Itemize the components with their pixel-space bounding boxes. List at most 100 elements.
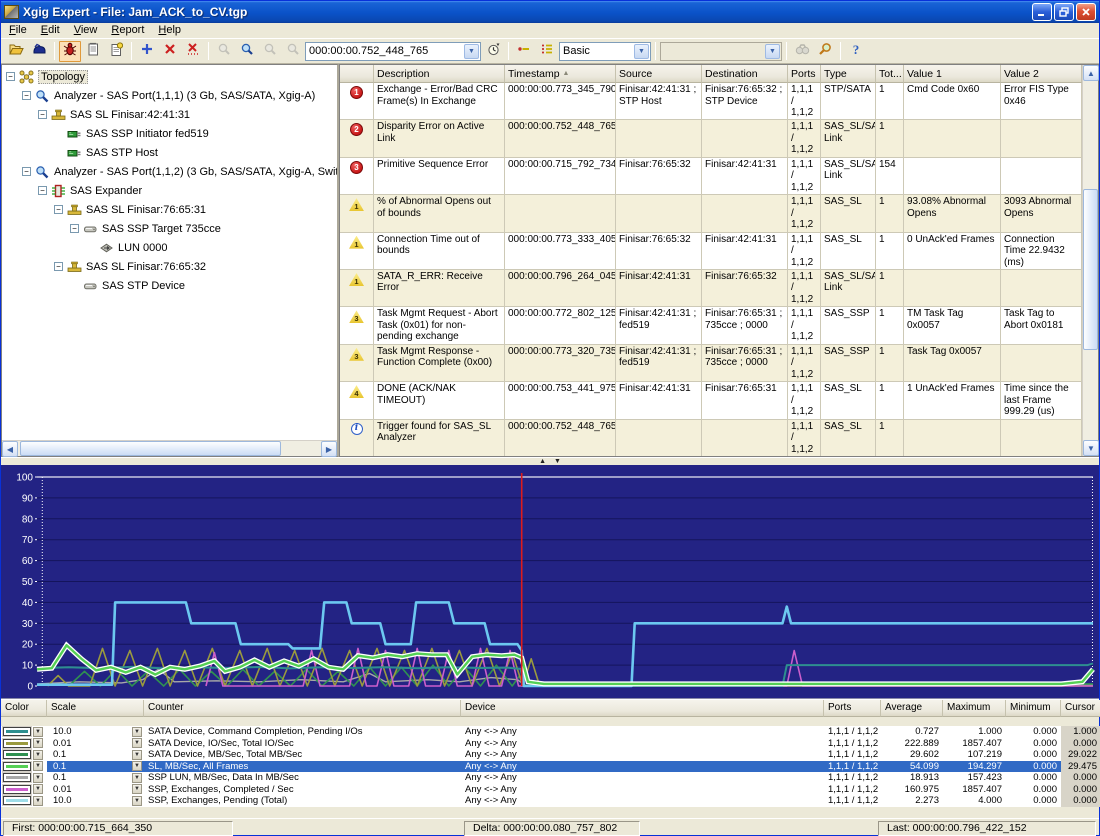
event-row-3[interactable]: 3Primitive Sequence Error000:00:00.715_7…	[340, 158, 1082, 195]
help-button[interactable]: ?	[845, 41, 867, 62]
tree-item-11[interactable]: SAS STP Device	[2, 276, 337, 295]
counters-column-header[interactable]: Minimum	[1006, 700, 1061, 717]
tree-item-6[interactable]: −SAS Expander	[2, 181, 337, 200]
counter-row-1[interactable]: ▼10.0▼SATA Device, Command Completion, P…	[1, 726, 1099, 738]
scale-cell[interactable]: 0.1▼	[47, 749, 144, 761]
hscroll-thumb[interactable]	[20, 441, 281, 456]
tree-item-3[interactable]: SAS SSP Initiator fed519	[2, 124, 337, 143]
expert-analysis-button[interactable]	[59, 41, 81, 62]
color-swatch-button[interactable]	[3, 773, 31, 782]
counter-row-4[interactable]: ▼0.1▼SL, MB/Sec, All FramesAny <-> Any1,…	[1, 761, 1099, 773]
color-dropdown-icon[interactable]: ▼	[33, 738, 43, 748]
events-column-header[interactable]: Source	[616, 65, 702, 83]
tree-item-0[interactable]: −Topology	[2, 67, 337, 86]
scale-cell[interactable]: 0.01▼	[47, 738, 144, 750]
title-bar[interactable]: Xgig Expert - File: Jam_ACK_to_CV.tgp	[1, 1, 1099, 23]
menu-edit[interactable]: Edit	[34, 23, 67, 38]
scale-cell[interactable]: 10.0▼	[47, 795, 144, 807]
counters-column-header[interactable]: Device	[461, 700, 824, 717]
secondary-combo[interactable]: ▼	[660, 42, 782, 61]
events-column-header[interactable]: Description	[374, 65, 505, 83]
color-dropdown-icon[interactable]: ▼	[33, 761, 43, 771]
scale-cell[interactable]: 0.01▼	[47, 784, 144, 796]
zoom-in-button[interactable]	[213, 41, 235, 62]
collapse-icon[interactable]: −	[22, 91, 31, 100]
event-row-4[interactable]: 1% of Abnormal Opens out of bounds1,1,1 …	[340, 195, 1082, 232]
counters-column-header[interactable]: Average	[881, 700, 943, 717]
menu-file[interactable]: File	[2, 23, 34, 38]
tree-item-2[interactable]: −SAS SL Finisar:42:41:31	[2, 105, 337, 124]
collapse-icon[interactable]: −	[6, 72, 15, 81]
counter-row-5[interactable]: ▼0.1▼SSP LUN, MB/Sec, Data In MB/SecAny …	[1, 772, 1099, 784]
counter-chart[interactable]: 0102030405060708090100	[1, 465, 1099, 699]
events-column-header[interactable]: Value 1	[904, 65, 1001, 83]
counters-header[interactable]: ColorScaleCounterDevicePortsAverageMaxim…	[1, 700, 1099, 717]
scroll-left-icon[interactable]: ◀	[2, 441, 18, 457]
events-column-header[interactable]: Type	[821, 65, 876, 83]
color-dropdown-icon[interactable]: ▼	[33, 773, 43, 783]
export-capture-button[interactable]	[28, 41, 50, 62]
events-column-header[interactable]: Ports	[788, 65, 821, 83]
open-file-button[interactable]	[5, 41, 27, 62]
counter-row-7[interactable]: ▼10.0▼SSP, Exchanges, Pending (Total)Any…	[1, 795, 1099, 807]
tree-item-5[interactable]: −Analyzer - SAS Port(1,1,2) (3 Gb, SAS/S…	[2, 162, 337, 181]
events-column-header[interactable]: Destination	[702, 65, 788, 83]
color-dropdown-icon[interactable]: ▼	[33, 784, 43, 794]
tree-item-1[interactable]: −Analyzer - SAS Port(1,1,1) (3 Gb, SAS/S…	[2, 86, 337, 105]
event-row-10[interactable]: iTrigger found for SAS_SL Analyzer000:00…	[340, 420, 1082, 456]
color-dropdown-icon[interactable]: ▼	[33, 796, 43, 806]
tree-item-10[interactable]: −SAS SL Finisar:76:65:32	[2, 257, 337, 276]
chevron-down-icon[interactable]: ▼	[634, 44, 649, 59]
vscroll-thumb[interactable]	[1083, 189, 1098, 351]
collapse-icon[interactable]: −	[70, 224, 79, 233]
scroll-down-icon[interactable]: ▼	[1083, 440, 1099, 456]
scroll-right-icon[interactable]: ▶	[321, 441, 337, 457]
color-swatch-button[interactable]	[3, 762, 31, 771]
scale-cell[interactable]: 0.1▼	[47, 761, 144, 773]
scale-dropdown-icon[interactable]: ▼	[132, 750, 142, 760]
counter-row-6[interactable]: ▼0.01▼SSP, Exchanges, Completed / SecAny…	[1, 784, 1099, 796]
event-row-6[interactable]: 1SATA_R_ERR: Receive Error000:00:00.796_…	[340, 270, 1082, 307]
color-swatch-button[interactable]	[3, 739, 31, 748]
delete-all-counters-button[interactable]	[182, 41, 204, 62]
scroll-up-icon[interactable]: ▲	[1083, 65, 1099, 81]
event-row-2[interactable]: 2Disparity Error on Active Link000:00:00…	[340, 120, 1082, 157]
scale-cell[interactable]: 10.0▼	[47, 726, 144, 738]
restore-button[interactable]	[1054, 3, 1074, 21]
color-swatch-button[interactable]	[3, 750, 31, 759]
counters-column-header[interactable]: Maximum	[943, 700, 1006, 717]
menu-help[interactable]: Help	[151, 23, 188, 38]
view-mode-combo[interactable]: Basic▼	[559, 42, 651, 61]
tree-item-8[interactable]: −SAS SSP Target 735cce	[2, 219, 337, 238]
search-button[interactable]	[814, 41, 836, 62]
counters-column-header[interactable]: Counter	[144, 700, 461, 717]
scale-dropdown-icon[interactable]: ▼	[132, 796, 142, 806]
chevron-down-icon[interactable]: ▼	[464, 44, 479, 59]
scale-dropdown-icon[interactable]: ▼	[132, 761, 142, 771]
pane-splitter[interactable]: ▲ ▼	[1, 457, 1099, 465]
color-swatch-button[interactable]	[3, 727, 31, 736]
events-column-header[interactable]: Timestamp▲	[505, 65, 616, 83]
find-button[interactable]	[791, 41, 813, 62]
collapse-icon[interactable]: −	[22, 167, 31, 176]
collapse-icon[interactable]: −	[38, 110, 47, 119]
goto-timestamp-button[interactable]	[482, 41, 504, 62]
event-row-9[interactable]: 4DONE (ACK/NAK TIMEOUT)000:00:00.753_441…	[340, 382, 1082, 419]
counters-column-header[interactable]: Ports	[824, 700, 881, 717]
menu-view[interactable]: View	[67, 23, 105, 38]
scale-dropdown-icon[interactable]: ▼	[132, 784, 142, 794]
event-row-7[interactable]: 3Task Mgmt Request - Abort Task (0x01) f…	[340, 307, 1082, 344]
collapse-icon[interactable]: −	[38, 186, 47, 195]
timestamp-combo[interactable]: 000:00:00.752_448_765▼	[305, 42, 481, 61]
counters-column-header[interactable]: Color	[1, 700, 47, 717]
zoom-fit-button[interactable]	[282, 41, 304, 62]
events-header[interactable]: DescriptionTimestamp▲SourceDestinationPo…	[340, 65, 1082, 83]
minimize-button[interactable]	[1032, 3, 1052, 21]
scale-dropdown-icon[interactable]: ▼	[132, 727, 142, 737]
menu-report[interactable]: Report	[104, 23, 151, 38]
color-swatch-button[interactable]	[3, 796, 31, 805]
new-report-button[interactable]	[105, 41, 127, 62]
color-dropdown-icon[interactable]: ▼	[33, 750, 43, 760]
chevron-down-icon[interactable]: ▼	[765, 44, 780, 59]
scale-dropdown-icon[interactable]: ▼	[132, 738, 142, 748]
